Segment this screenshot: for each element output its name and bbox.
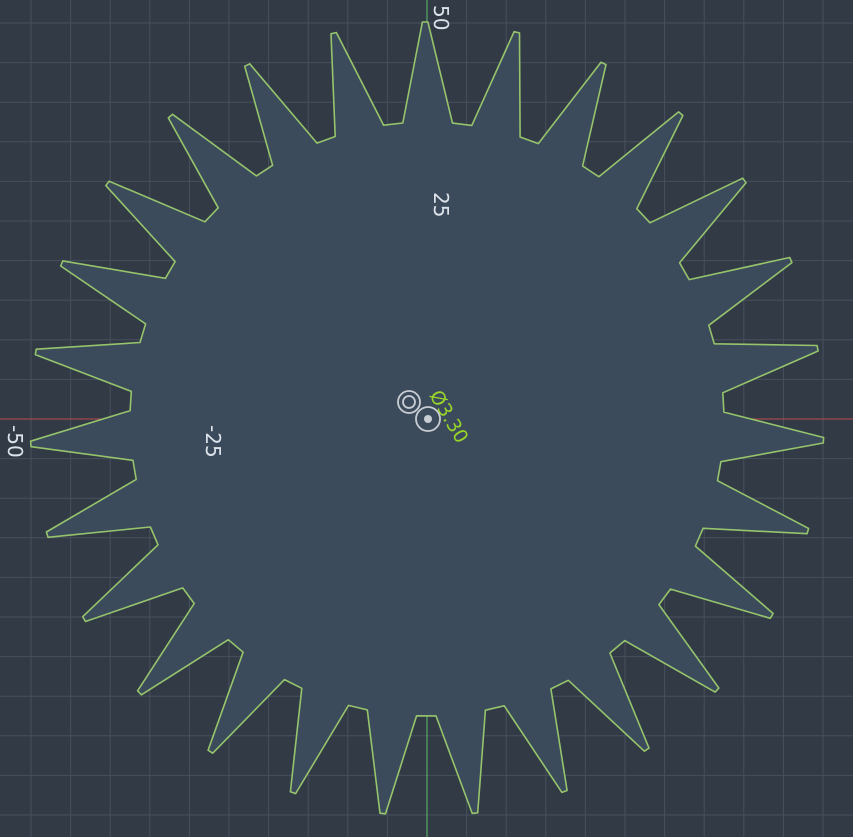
axis-label-y-25: 25	[429, 192, 453, 217]
axis-label-x-minus-50: -50	[3, 425, 27, 458]
axis-label-y-50: 50	[429, 5, 453, 30]
sketch-canvas[interactable]: 50 25 -50 -25 Ø3.30	[0, 0, 853, 837]
cad-viewport[interactable]: 50 25 -50 -25 Ø3.30	[0, 0, 853, 837]
axis-label-x-minus-25: -25	[201, 425, 225, 458]
